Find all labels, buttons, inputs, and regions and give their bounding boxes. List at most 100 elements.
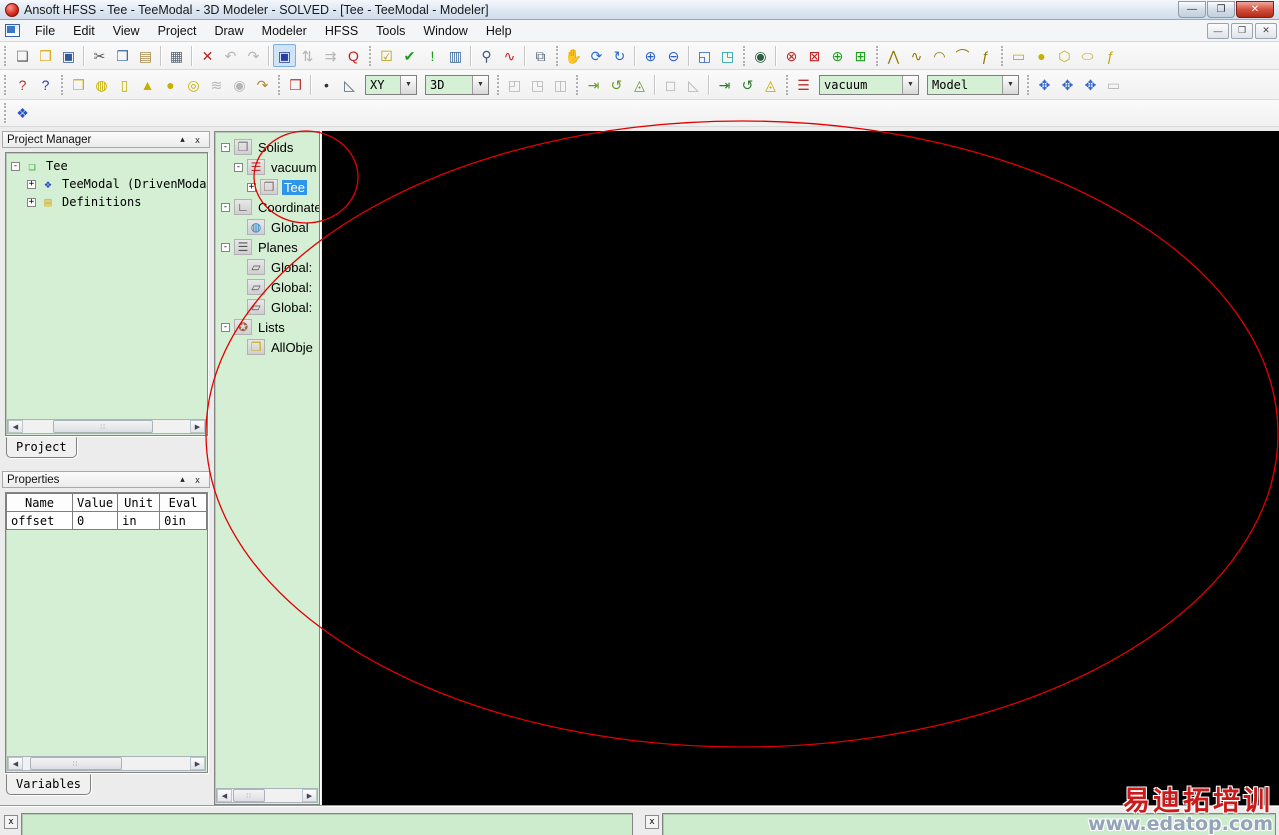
fit-selection-icon[interactable]: ◳ xyxy=(716,44,739,67)
expand-expander-icon[interactable]: + xyxy=(27,179,36,189)
menu-help[interactable]: Help xyxy=(477,21,521,41)
scroll-thumb[interactable]: ∷ xyxy=(29,757,122,770)
copy-icon[interactable]: ❐ xyxy=(111,44,134,67)
project-manager-header[interactable]: Project Manager ▴ x xyxy=(2,131,210,148)
tree-item-tee[interactable]: + ❒ Tee xyxy=(218,177,319,197)
cut-icon[interactable]: ✂ xyxy=(88,44,111,67)
scroll-thumb[interactable]: ∷ xyxy=(53,420,154,433)
collapse-icon[interactable]: ▴ xyxy=(175,134,190,145)
zoom-in-icon[interactable]: ⊕ xyxy=(639,44,662,67)
close-icon[interactable]: x xyxy=(190,135,205,145)
save-icon[interactable]: ▣ xyxy=(57,44,80,67)
draw-plane-icon[interactable]: ◺ xyxy=(338,73,361,96)
tree-item-lists[interactable]: - ✪ Lists xyxy=(218,317,319,337)
draw-equation-surface-icon[interactable]: ƒ xyxy=(1099,44,1122,67)
show-selection-icon[interactable]: ⊕ xyxy=(826,44,849,67)
chevron-down-icon[interactable]: ▼ xyxy=(400,75,416,94)
scroll-right-icon[interactable]: ▶ xyxy=(190,420,205,433)
menu-file[interactable]: File xyxy=(26,21,64,41)
chevron-down-icon[interactable]: ▼ xyxy=(1002,75,1018,94)
collapse-expander-icon[interactable]: - xyxy=(221,202,230,212)
drawing-mode-select[interactable]: 3D ▼ xyxy=(425,74,489,95)
tree-item-teemodal-drivenmodal[interactable]: + ❖ TeeModal (DrivenModal xyxy=(8,175,207,193)
validate-icon[interactable]: ☑ xyxy=(375,44,398,67)
menu-draw[interactable]: Draw xyxy=(205,21,252,41)
mdi-close-button[interactable]: ✕ xyxy=(1255,22,1277,39)
move-icon[interactable]: ⇥ xyxy=(582,73,605,96)
draw-regular-polygon-icon[interactable]: ⬡ xyxy=(1053,44,1076,67)
tree-item-definitions[interactable]: + ▤ Definitions xyxy=(8,193,207,211)
solve-local-icon[interactable]: ▣ xyxy=(273,44,296,67)
mdi-minimize-button[interactable]: — xyxy=(1207,22,1229,39)
menu-tools[interactable]: Tools xyxy=(367,21,414,41)
print-icon[interactable]: ▦ xyxy=(165,44,188,67)
menu-edit[interactable]: Edit xyxy=(64,21,104,41)
draw-polyline-icon[interactable]: ⋀ xyxy=(882,44,905,67)
cell-value[interactable]: 0 xyxy=(71,511,119,530)
draw-sphere-icon[interactable]: ● xyxy=(159,73,182,96)
mirror-icon[interactable]: ◬ xyxy=(628,73,651,96)
message-window-close-icon[interactable]: x xyxy=(4,815,18,829)
help-topics-icon[interactable]: ? xyxy=(11,73,34,96)
view-visibility-icon[interactable]: ◉ xyxy=(749,44,772,67)
draw-cylinder-icon[interactable]: ◍ xyxy=(90,73,113,96)
edit-cs-icon[interactable]: ✥ xyxy=(1079,73,1102,96)
cell-name[interactable]: offset xyxy=(6,511,73,530)
draw-cone-icon[interactable]: ▲ xyxy=(136,73,159,96)
cell-unit[interactable]: in xyxy=(117,511,161,530)
draw-circle-icon[interactable]: ● xyxy=(1030,44,1053,67)
create-relative-cs-icon[interactable]: ✥ xyxy=(1033,73,1056,96)
scroll-right-icon[interactable]: ▶ xyxy=(302,789,317,802)
close-button[interactable]: ✕ xyxy=(1236,1,1274,18)
tree-item-global[interactable]: ◍ Global xyxy=(218,217,319,237)
optimetrics-icon[interactable]: ⚲ xyxy=(475,44,498,67)
restore-button[interactable]: ❐ xyxy=(1207,1,1235,18)
delete-icon[interactable]: ✕ xyxy=(196,44,219,67)
tree-item-tee[interactable]: - ❏ Tee xyxy=(8,157,207,175)
duplicate-mirror-icon[interactable]: ◬ xyxy=(759,73,782,96)
collapse-expander-icon[interactable]: - xyxy=(221,242,230,252)
scroll-left-icon[interactable]: ◀ xyxy=(8,420,23,433)
new-icon[interactable]: ❑ xyxy=(11,44,34,67)
tree-item-coordinate[interactable]: - ∟ Coordinate xyxy=(218,197,319,217)
draw-bondwire-icon[interactable]: ↷ xyxy=(251,73,274,96)
chevron-down-icon[interactable]: ▼ xyxy=(472,75,488,94)
scroll-left-icon[interactable]: ◀ xyxy=(8,757,23,770)
collapse-icon[interactable]: ▴ xyxy=(175,474,190,485)
mdi-restore-button[interactable]: ❐ xyxy=(1231,22,1253,39)
menu-modeler[interactable]: Modeler xyxy=(253,21,316,41)
copy-image-icon[interactable]: ⧉ xyxy=(529,44,552,67)
scroll-thumb[interactable]: ∷ xyxy=(233,789,265,802)
toolbar-grip[interactable] xyxy=(4,103,8,123)
draw-arc-3point-icon[interactable]: ⌒ xyxy=(951,44,974,67)
menu-view[interactable]: View xyxy=(104,21,149,41)
submit-job-icon[interactable]: ! xyxy=(421,44,444,67)
draw-torus-icon[interactable]: ◎ xyxy=(182,73,205,96)
menu-project[interactable]: Project xyxy=(149,21,206,41)
menu-window[interactable]: Window xyxy=(414,21,476,41)
rotate-model-icon[interactable]: ⟳ xyxy=(585,44,608,67)
analyze-all-icon[interactable]: ✔ xyxy=(398,44,421,67)
project-tree-hscrollbar[interactable]: ◀ ∷ ▶ xyxy=(7,419,206,434)
modeler-3d-viewport[interactable] xyxy=(322,131,1279,805)
tree-item-allobje[interactable]: ❒ AllObje xyxy=(218,337,319,357)
collapse-expander-icon[interactable]: - xyxy=(234,162,243,172)
rotate-axis-icon[interactable]: ↻ xyxy=(608,44,631,67)
progress-window-close-icon[interactable]: x xyxy=(645,815,659,829)
solve-queue-icon[interactable]: Q xyxy=(342,44,365,67)
paste-icon[interactable]: ▤ xyxy=(134,44,157,67)
toolbar-grip[interactable] xyxy=(4,45,8,66)
solution-data-icon[interactable]: ▥ xyxy=(444,44,467,67)
draw-equation-curve-icon[interactable]: ƒ xyxy=(974,44,997,67)
scroll-right-icon[interactable]: ▶ xyxy=(190,757,205,770)
draw-spline-icon[interactable]: ∿ xyxy=(905,44,928,67)
draw-regular-polyhedron-icon[interactable]: ▯ xyxy=(113,73,136,96)
draw-user-defined-model-icon[interactable]: ❒ xyxy=(284,73,307,96)
collapse-expander-icon[interactable]: - xyxy=(11,161,20,171)
context-help-icon[interactable]: ? xyxy=(34,73,57,96)
create-report-icon[interactable]: ∿ xyxy=(498,44,521,67)
rotate-icon[interactable]: ↺ xyxy=(605,73,628,96)
show-in-active-view-icon[interactable]: ⊞ xyxy=(849,44,872,67)
grid-plane-select[interactable]: XY ▼ xyxy=(365,74,417,95)
table-row[interactable]: offset 0 in 0in xyxy=(6,511,207,530)
